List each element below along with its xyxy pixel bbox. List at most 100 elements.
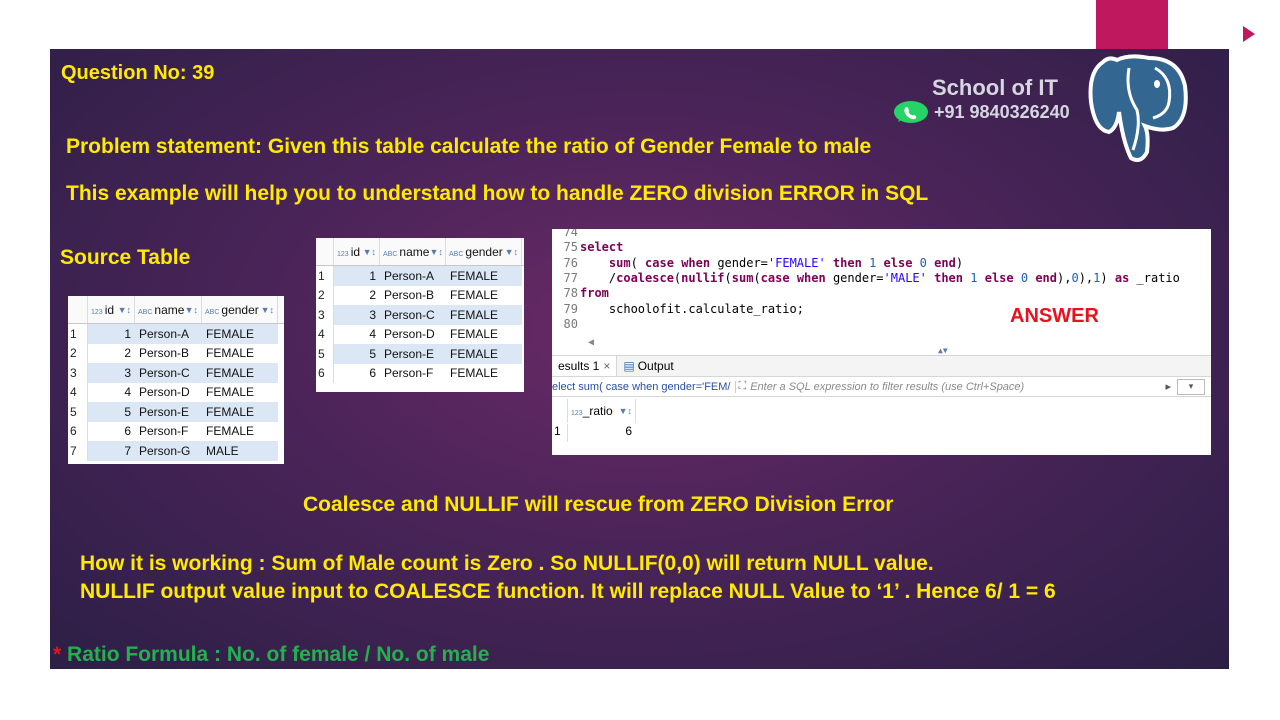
cell-name[interactable]: Person-B bbox=[380, 286, 446, 306]
table-row[interactable]: 1 1 Person-A FEMALE bbox=[316, 266, 524, 286]
cell-name[interactable]: Person-E bbox=[135, 402, 202, 422]
cell-gender[interactable]: FEMALE bbox=[446, 325, 522, 345]
explanation-line-2: NULLIF output value input to COALESCE fu… bbox=[80, 580, 1056, 603]
code-line[interactable]: 79 schoolofit.calculate_ratio; bbox=[552, 302, 804, 317]
formula-text: Ratio Formula : No. of female / No. of m… bbox=[61, 643, 490, 666]
code-text: sum( case when gender='FEMALE' then 1 el… bbox=[608, 255, 964, 270]
column-header-ratio[interactable]: 123_ratio ▼↕ bbox=[568, 399, 636, 423]
table-row[interactable]: 4 4 Person-D FEMALE bbox=[316, 324, 524, 345]
collapse-handle-icon[interactable]: ▲▼ bbox=[938, 346, 948, 355]
cell-name[interactable]: Person-E bbox=[380, 344, 446, 364]
female-table-grid: 123 id ▼↕ ABC name ▼↕ ABC gender ▼↕ 1 1 Person-A… bbox=[316, 238, 524, 392]
sort-filter-icon[interactable]: ▼↕ bbox=[185, 305, 198, 315]
table-row[interactable]: 6 6 Person-F FEMALE bbox=[68, 421, 284, 442]
code-line[interactable]: 78 from bbox=[552, 286, 609, 301]
column-header-name[interactable]: ABC name ▼↕ bbox=[380, 238, 446, 265]
play-icon[interactable]: ▸ bbox=[1165, 380, 1171, 393]
line-number: 74 bbox=[563, 229, 578, 239]
cell-id[interactable]: 2 bbox=[334, 286, 380, 306]
table-row[interactable]: 2 2 Person-B FEMALE bbox=[68, 343, 284, 364]
row-number-header bbox=[68, 296, 88, 323]
column-header-id[interactable]: 123 id ▼↕ bbox=[88, 296, 135, 323]
scroll-left-icon[interactable]: ◀ bbox=[588, 337, 594, 348]
code-text: /coalesce(nullif(sum(case when gender='M… bbox=[580, 270, 1180, 285]
cell-name[interactable]: Person-D bbox=[380, 325, 446, 345]
code-line[interactable]: 77 /coalesce(nullif(sum(case when gender… bbox=[552, 271, 1180, 286]
expand-icon[interactable]: ⛶ bbox=[736, 380, 747, 393]
table-row[interactable]: 6 6 Person-F FEMALE bbox=[316, 363, 524, 384]
filter-dropdown-button[interactable]: ▾ bbox=[1177, 378, 1205, 395]
table-row[interactable]: 3 3 Person-C FEMALE bbox=[316, 305, 524, 325]
table-row[interactable]: 7 7 Person-G MALE bbox=[68, 441, 284, 461]
table-row[interactable]: 5 5 Person-E FEMALE bbox=[68, 402, 284, 422]
close-icon[interactable]: × bbox=[603, 359, 610, 373]
tab-output[interactable]: ▤ Output bbox=[617, 359, 679, 373]
sort-filter-icon[interactable]: ▼↕ bbox=[363, 247, 376, 257]
cell-gender[interactable]: FEMALE bbox=[202, 324, 278, 344]
table-row[interactable]: 2 2 Person-B FEMALE bbox=[316, 285, 524, 306]
cell-gender[interactable]: FEMALE bbox=[202, 422, 278, 442]
cell-gender[interactable]: FEMALE bbox=[202, 383, 278, 403]
cell-name[interactable]: Person-F bbox=[135, 422, 202, 442]
row-number: 4 bbox=[316, 324, 334, 344]
cell-id[interactable]: 4 bbox=[88, 383, 135, 403]
cell-name[interactable]: Person-B bbox=[135, 344, 202, 364]
table-row[interactable]: 3 3 Person-C FEMALE bbox=[68, 363, 284, 383]
cell-gender[interactable]: FEMALE bbox=[202, 402, 278, 422]
result-row[interactable]: 1 6 bbox=[552, 424, 636, 442]
cell-name[interactable]: Person-A bbox=[135, 324, 202, 344]
cell-id[interactable]: 7 bbox=[88, 441, 135, 461]
cell-gender[interactable]: FEMALE bbox=[446, 286, 522, 306]
cell-id[interactable]: 3 bbox=[334, 305, 380, 325]
cell-id[interactable]: 3 bbox=[88, 363, 135, 383]
example-text: This example will help you to understand… bbox=[66, 182, 929, 205]
cell-name[interactable]: Person-F bbox=[380, 364, 446, 384]
code-text: select bbox=[580, 240, 624, 255]
code-line[interactable]: 76 sum( case when gender='FEMALE' then 1… bbox=[552, 255, 964, 271]
cell-id[interactable]: 1 bbox=[88, 324, 135, 344]
result-value[interactable]: 6 bbox=[568, 424, 636, 442]
answer-label: ANSWER bbox=[1010, 305, 1099, 327]
cell-id[interactable]: 5 bbox=[334, 344, 380, 364]
cell-gender[interactable]: FEMALE bbox=[202, 344, 278, 364]
postgresql-elephant-icon bbox=[1088, 54, 1188, 162]
cell-name[interactable]: Person-C bbox=[380, 305, 446, 325]
cell-name[interactable]: Person-C bbox=[135, 363, 202, 383]
cell-gender[interactable]: FEMALE bbox=[446, 344, 522, 364]
cell-gender[interactable]: FEMALE bbox=[202, 363, 278, 383]
column-header-gender[interactable]: ABC gender ▼↕ bbox=[446, 238, 522, 265]
cell-gender[interactable]: FEMALE bbox=[446, 305, 522, 325]
whatsapp-icon bbox=[894, 101, 928, 123]
row-number: 6 bbox=[68, 421, 88, 441]
table-row[interactable]: 5 5 Person-E FEMALE bbox=[316, 344, 524, 364]
column-header-gender[interactable]: ABC gender ▼↕ bbox=[202, 296, 278, 323]
tab-results-1[interactable]: esults 1 × bbox=[552, 356, 618, 376]
sort-filter-icon[interactable]: ▼↕ bbox=[619, 406, 632, 416]
cell-name[interactable]: Person-D bbox=[135, 383, 202, 403]
cell-gender[interactable]: FEMALE bbox=[446, 364, 522, 384]
filter-input[interactable]: Enter a SQL expression to filter results… bbox=[746, 381, 1165, 393]
cell-id[interactable]: 1 bbox=[334, 266, 380, 286]
cell-name[interactable]: Person-G bbox=[135, 441, 202, 461]
code-line[interactable]: 75 select bbox=[552, 240, 624, 255]
code-line[interactable]: 74 bbox=[552, 229, 580, 240]
code-line[interactable]: 80 bbox=[552, 317, 580, 332]
cell-gender[interactable]: FEMALE bbox=[446, 266, 522, 286]
cell-id[interactable]: 2 bbox=[88, 344, 135, 364]
sort-filter-icon[interactable]: ▼↕ bbox=[429, 247, 442, 257]
column-header-name[interactable]: ABC name ▼↕ bbox=[135, 296, 202, 323]
table-row[interactable]: 4 4 Person-D FEMALE bbox=[68, 382, 284, 403]
cell-id[interactable]: 4 bbox=[334, 325, 380, 345]
sort-filter-icon[interactable]: ▼↕ bbox=[505, 247, 518, 257]
cell-name[interactable]: Person-A bbox=[380, 266, 446, 286]
cell-id[interactable]: 6 bbox=[334, 364, 380, 384]
sort-filter-icon[interactable]: ▼↕ bbox=[261, 305, 274, 315]
column-header-id[interactable]: 123 id ▼↕ bbox=[334, 238, 380, 265]
source-table-grid: 123 id ▼↕ ABC name ▼↕ ABC gender ▼↕ 1 1 Person-A… bbox=[68, 296, 284, 464]
cell-id[interactable]: 5 bbox=[88, 402, 135, 422]
row-number: 2 bbox=[68, 343, 88, 363]
cell-gender[interactable]: MALE bbox=[202, 441, 278, 461]
cell-id[interactable]: 6 bbox=[88, 422, 135, 442]
table-row[interactable]: 1 1 Person-A FEMALE bbox=[68, 324, 284, 344]
sort-filter-icon[interactable]: ▼↕ bbox=[118, 305, 131, 315]
